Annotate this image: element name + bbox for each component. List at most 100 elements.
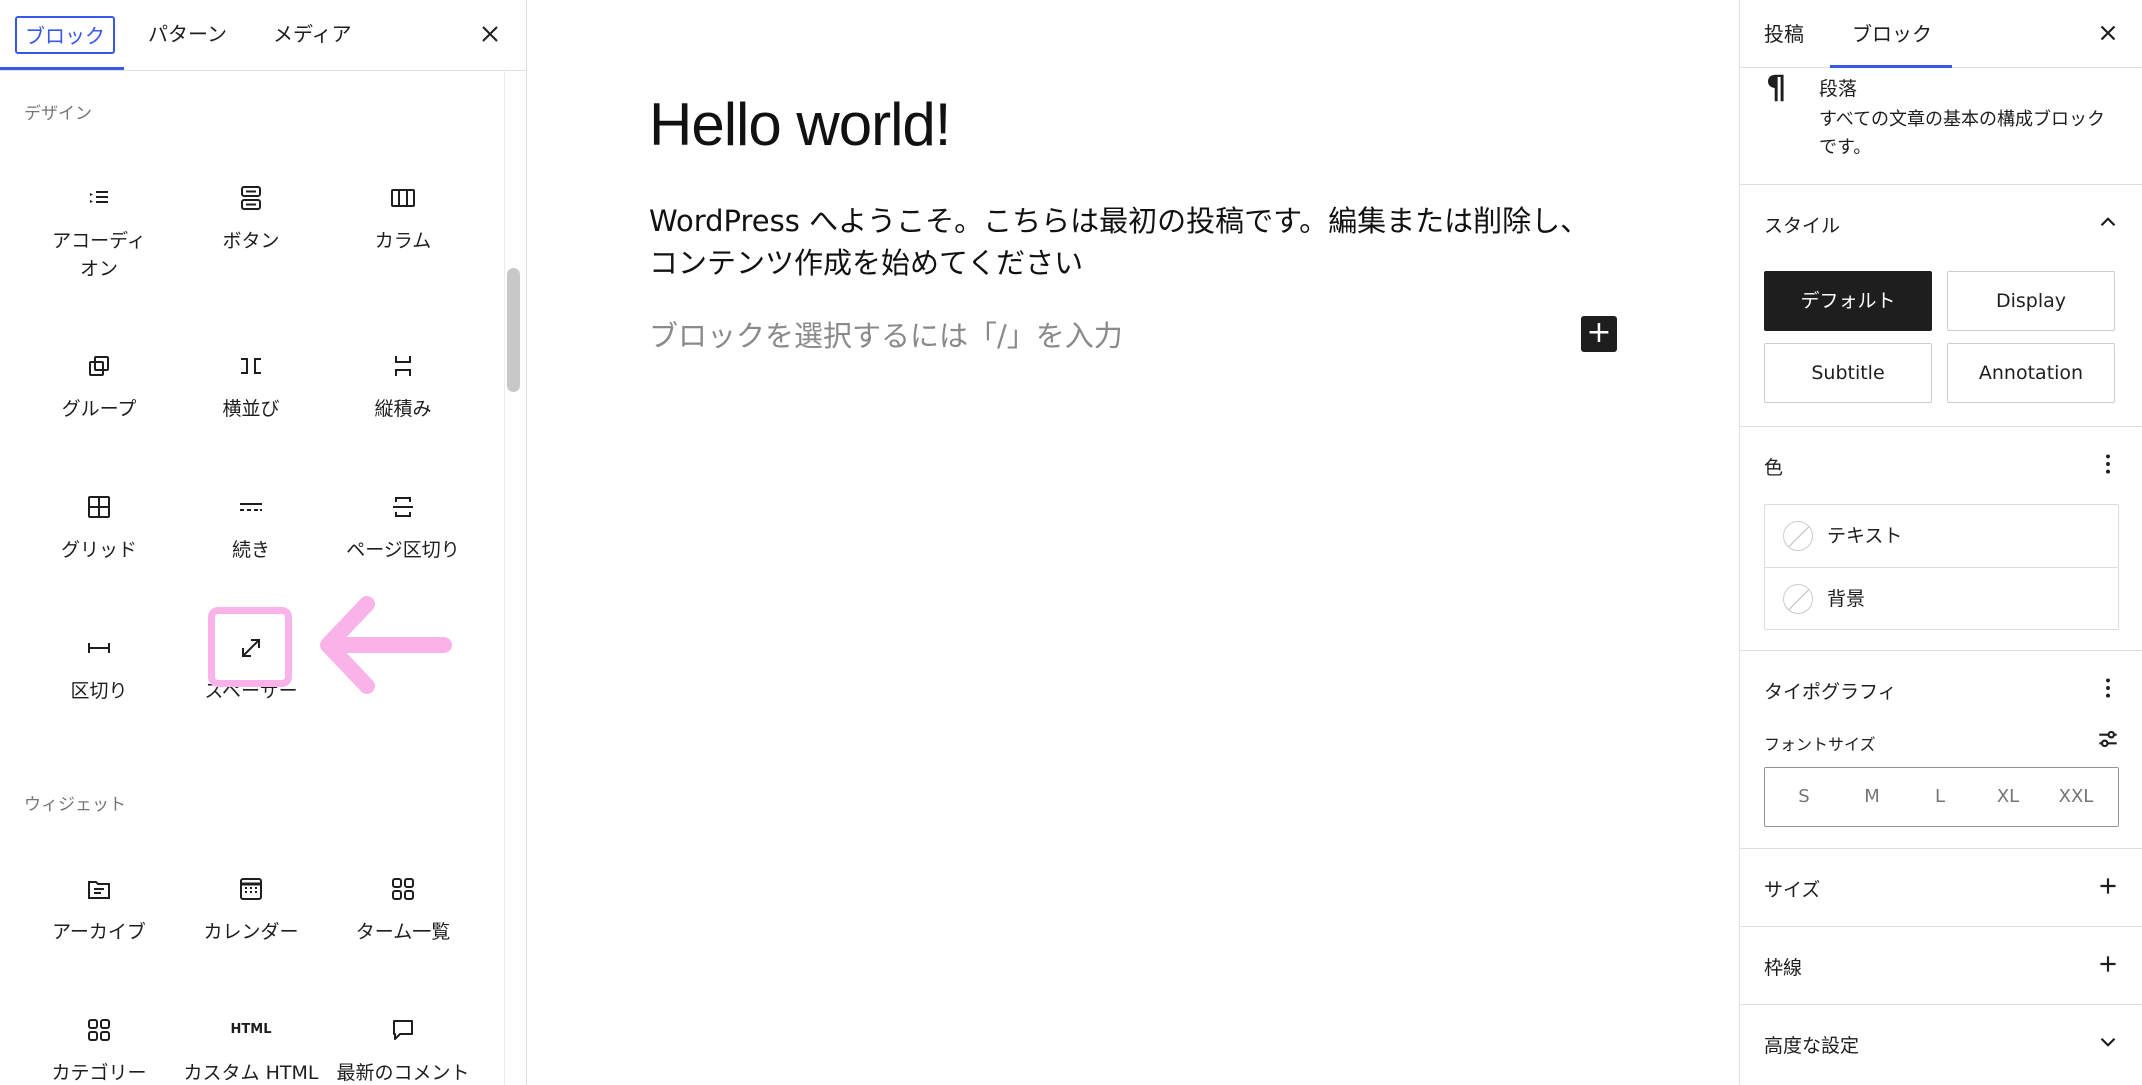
border-add-button[interactable]: [2095, 951, 2121, 977]
inserter-scrollbar-thumb[interactable]: [507, 268, 520, 392]
font-size-option-l[interactable]: L: [1906, 768, 1974, 826]
font-size-option-xl[interactable]: XL: [1974, 768, 2042, 826]
empty-color-swatch: [1783, 521, 1813, 551]
advanced-panel-title: 高度な設定: [1764, 1035, 1860, 1057]
close-sidebar-button[interactable]: [2095, 20, 2121, 46]
styles-panel: スタイル デフォルト Display Subtitle Annotation: [1740, 185, 2142, 427]
tab-patterns[interactable]: パターン: [140, 16, 235, 54]
block-label: ページ区切り: [346, 539, 460, 561]
block-latest-comments[interactable]: 最新のコメント: [327, 1015, 479, 1085]
block-more[interactable]: 続き: [175, 492, 327, 612]
sidebar-tabs: 投稿 ブロック: [1740, 0, 2142, 68]
font-size-option-m[interactable]: M: [1838, 768, 1906, 826]
color-panel: 色 テキスト 背景: [1740, 427, 2142, 651]
separator-icon: [84, 633, 114, 663]
color-item-label: テキスト: [1827, 525, 1903, 547]
typography-options-button[interactable]: [2095, 675, 2121, 701]
block-categories[interactable]: カテゴリー: [23, 1015, 175, 1085]
styles-panel-title: スタイル: [1764, 215, 1841, 237]
style-option-display[interactable]: Display: [1947, 271, 2115, 331]
dimensions-add-button[interactable]: [2095, 873, 2121, 899]
group-icon: [84, 351, 114, 381]
block-label: グループ: [61, 398, 137, 420]
style-option-annotation[interactable]: Annotation: [1947, 343, 2115, 403]
add-block-button[interactable]: +: [1581, 316, 1617, 352]
block-custom-html[interactable]: HTML カスタム HTML: [175, 1015, 327, 1085]
close-inserter-button[interactable]: [478, 22, 502, 46]
dimensions-panel[interactable]: サイズ: [1740, 849, 2142, 927]
block-label: アーカイブ: [52, 921, 146, 943]
settings-sliders-icon: [2099, 730, 2117, 748]
custom-font-size-button[interactable]: [2095, 726, 2121, 752]
spacer-highlight-annotation: [208, 607, 292, 687]
block-description: すべての文章の基本の構成ブロックです。: [1819, 109, 2106, 158]
advanced-panel[interactable]: 高度な設定: [1740, 1005, 2142, 1085]
block-label: 区切り: [70, 680, 128, 702]
advanced-panel-toggle[interactable]: [2095, 1029, 2121, 1055]
block-columns[interactable]: カラム: [327, 183, 479, 303]
block-stack[interactable]: 縦積み: [327, 351, 479, 471]
block-label: 横並び: [222, 398, 280, 420]
pointer-arrow-annotation: [320, 596, 452, 694]
style-option-subtitle[interactable]: Subtitle: [1764, 343, 1932, 403]
categories-grid-icon: [84, 1015, 114, 1045]
typography-panel: タイポグラフィ フォントサイズ S M L XL XXL: [1740, 651, 2142, 849]
color-text-item[interactable]: テキスト: [1765, 505, 2118, 567]
tab-blocks[interactable]: ブロック: [15, 16, 115, 54]
font-size-picker: S M L XL XXL: [1764, 767, 2119, 827]
block-label: カレンダー: [203, 921, 299, 943]
archive-folder-icon: [84, 874, 114, 904]
settings-sidebar: 投稿 ブロック ¶ 段落 すべての文章の基本の構成ブロックです。 スタイル デフ…: [1739, 0, 2142, 1085]
font-size-label: フォントサイズ: [1764, 735, 1876, 754]
page-break-icon: [388, 492, 418, 522]
block-row[interactable]: 横並び: [175, 351, 327, 471]
empty-color-swatch: [1783, 584, 1813, 614]
calendar-icon: [236, 874, 266, 904]
post-title[interactable]: Hello world!: [649, 90, 951, 159]
block-separator[interactable]: 区切り: [23, 633, 175, 753]
style-option-default[interactable]: デフォルト: [1764, 271, 1932, 331]
block-label: カスタム HTML: [183, 1062, 319, 1084]
paragraph-line: WordPress へようこそ。こちらは最初の投稿です。編集または削除し、: [649, 204, 1590, 238]
block-accordion[interactable]: アコーディオン: [23, 183, 175, 303]
block-calendar[interactable]: カレンダー: [175, 874, 327, 994]
border-panel[interactable]: 枠線: [1740, 927, 2142, 1005]
plus-icon: [2100, 956, 2116, 972]
paragraph-icon: ¶: [1766, 68, 1787, 106]
tab-post[interactable]: 投稿: [1764, 18, 1804, 47]
close-icon: [482, 26, 498, 42]
columns-icon: [388, 183, 418, 213]
dimensions-panel-title: サイズ: [1764, 879, 1821, 901]
tab-media[interactable]: メディア: [265, 16, 360, 54]
block-archives[interactable]: アーカイブ: [23, 874, 175, 994]
inserter-tabs: ブロック パターン メディア: [0, 0, 526, 71]
block-buttons[interactable]: ボタン: [175, 183, 327, 303]
border-panel-title: 枠線: [1764, 957, 1803, 979]
block-name: 段落: [1819, 78, 1858, 100]
tab-block[interactable]: ブロック: [1852, 18, 1932, 47]
inserter-scrollbar-track[interactable]: [504, 71, 526, 1085]
block-label: アコーディオン: [52, 230, 146, 280]
font-size-option-xxl[interactable]: XXL: [2042, 768, 2110, 826]
block-inserter-panel: ブロック パターン メディア デザイン アコーディオン ボタン カラム グループ…: [0, 0, 527, 1085]
grid-icon: [84, 492, 114, 522]
accordion-icon: [84, 183, 114, 213]
block-card: ¶ 段落 すべての文章の基本の構成ブロックです。: [1740, 68, 2142, 185]
font-size-option-s[interactable]: S: [1770, 768, 1838, 826]
more-icon: [236, 492, 266, 522]
inserter-block-list[interactable]: デザイン アコーディオン ボタン カラム グループ 横並び 縦積み グリッド 続…: [0, 71, 526, 1085]
block-grid[interactable]: グリッド: [23, 492, 175, 612]
empty-block-placeholder[interactable]: ブロックを選択するには「/」を入力: [649, 313, 1123, 355]
category-widgets-title: ウィジェット: [24, 795, 126, 815]
row-icon: [236, 351, 266, 381]
block-group[interactable]: グループ: [23, 351, 175, 471]
color-background-item[interactable]: 背景: [1765, 567, 2118, 629]
editor-canvas: Hello world! WordPress へようこそ。こちらは最初の投稿です…: [527, 0, 1739, 1085]
color-panel-title: 色: [1764, 457, 1784, 479]
color-options-button[interactable]: [2095, 451, 2121, 477]
block-terms-list[interactable]: ターム一覧: [327, 874, 479, 994]
styles-panel-toggle[interactable]: [2095, 209, 2121, 235]
paragraph-line: コンテンツ作成を始めてください: [649, 246, 1084, 280]
paragraph-block[interactable]: WordPress へようこそ。こちらは最初の投稿です。編集または削除し、 コン…: [649, 200, 1609, 284]
html-icon: HTML: [230, 1022, 272, 1037]
